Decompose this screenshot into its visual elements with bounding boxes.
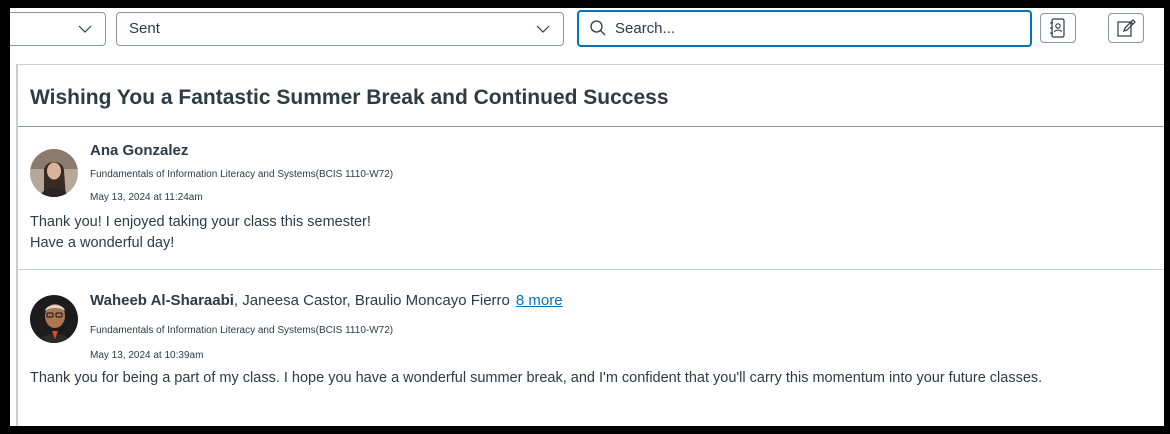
conversation-panel: Wishing You a Fantastic Summer Break and… [16, 64, 1164, 426]
message-body-line: Thank you for being a part of my class. … [30, 370, 1043, 386]
compose-button[interactable] [1108, 13, 1144, 43]
message-item[interactable]: Ana Gonzalez Fundamentals of Information… [18, 127, 1164, 270]
mailbox-filter-value: Sent [129, 20, 160, 37]
chevron-down-icon [536, 25, 550, 33]
address-book-button[interactable] [1040, 13, 1076, 43]
search-box[interactable] [577, 10, 1032, 47]
message-body: Thank you! I enjoyed taking your class t… [30, 212, 371, 254]
course-filter-select[interactable] [10, 12, 106, 46]
inbox-window: Sent Search... Wishing You a Fantastic S… [10, 8, 1164, 426]
search-input[interactable] [615, 16, 1015, 40]
message-body: Thank you for being a part of my class. … [30, 368, 1042, 389]
search-icon [590, 20, 606, 36]
mailbox-filter-select[interactable]: Sent [116, 12, 564, 46]
author-name: Ana Gonzalez [90, 142, 189, 159]
author-name: Waheeb Al-Sharaabi [90, 292, 234, 309]
message-date: May 13, 2024 at 10:39am [90, 350, 204, 361]
message-body-line: Thank you! I enjoyed taking your class t… [30, 214, 371, 230]
other-participants: , Janeesa Castor, Braulio Moncayo Fierro [233, 292, 510, 309]
message-item[interactable]: Waheeb Al-Sharaabi, Janeesa Castor, Brau… [18, 270, 1164, 426]
message-participants: Waheeb Al-Sharaabi, Janeesa Castor, Brau… [90, 292, 563, 309]
message-body-line: Have a wonderful day! [30, 235, 175, 251]
message-author: Ana Gonzalez [90, 142, 188, 159]
compose-icon [1117, 19, 1136, 37]
avatar [30, 295, 78, 343]
avatar [30, 149, 78, 197]
address-book-icon [1050, 18, 1065, 38]
conversation-subject: Wishing You a Fantastic Summer Break and… [18, 65, 1164, 127]
more-participants-link[interactable]: 8 more [516, 292, 563, 309]
message-course: Fundamentals of Information Literacy and… [90, 325, 394, 336]
chevron-down-icon [78, 25, 92, 33]
inbox-toolbar: Sent [10, 8, 1164, 64]
message-date: May 13, 2024 at 11:24am [90, 192, 203, 203]
message-course: Fundamentals of Information Literacy and… [90, 169, 394, 180]
